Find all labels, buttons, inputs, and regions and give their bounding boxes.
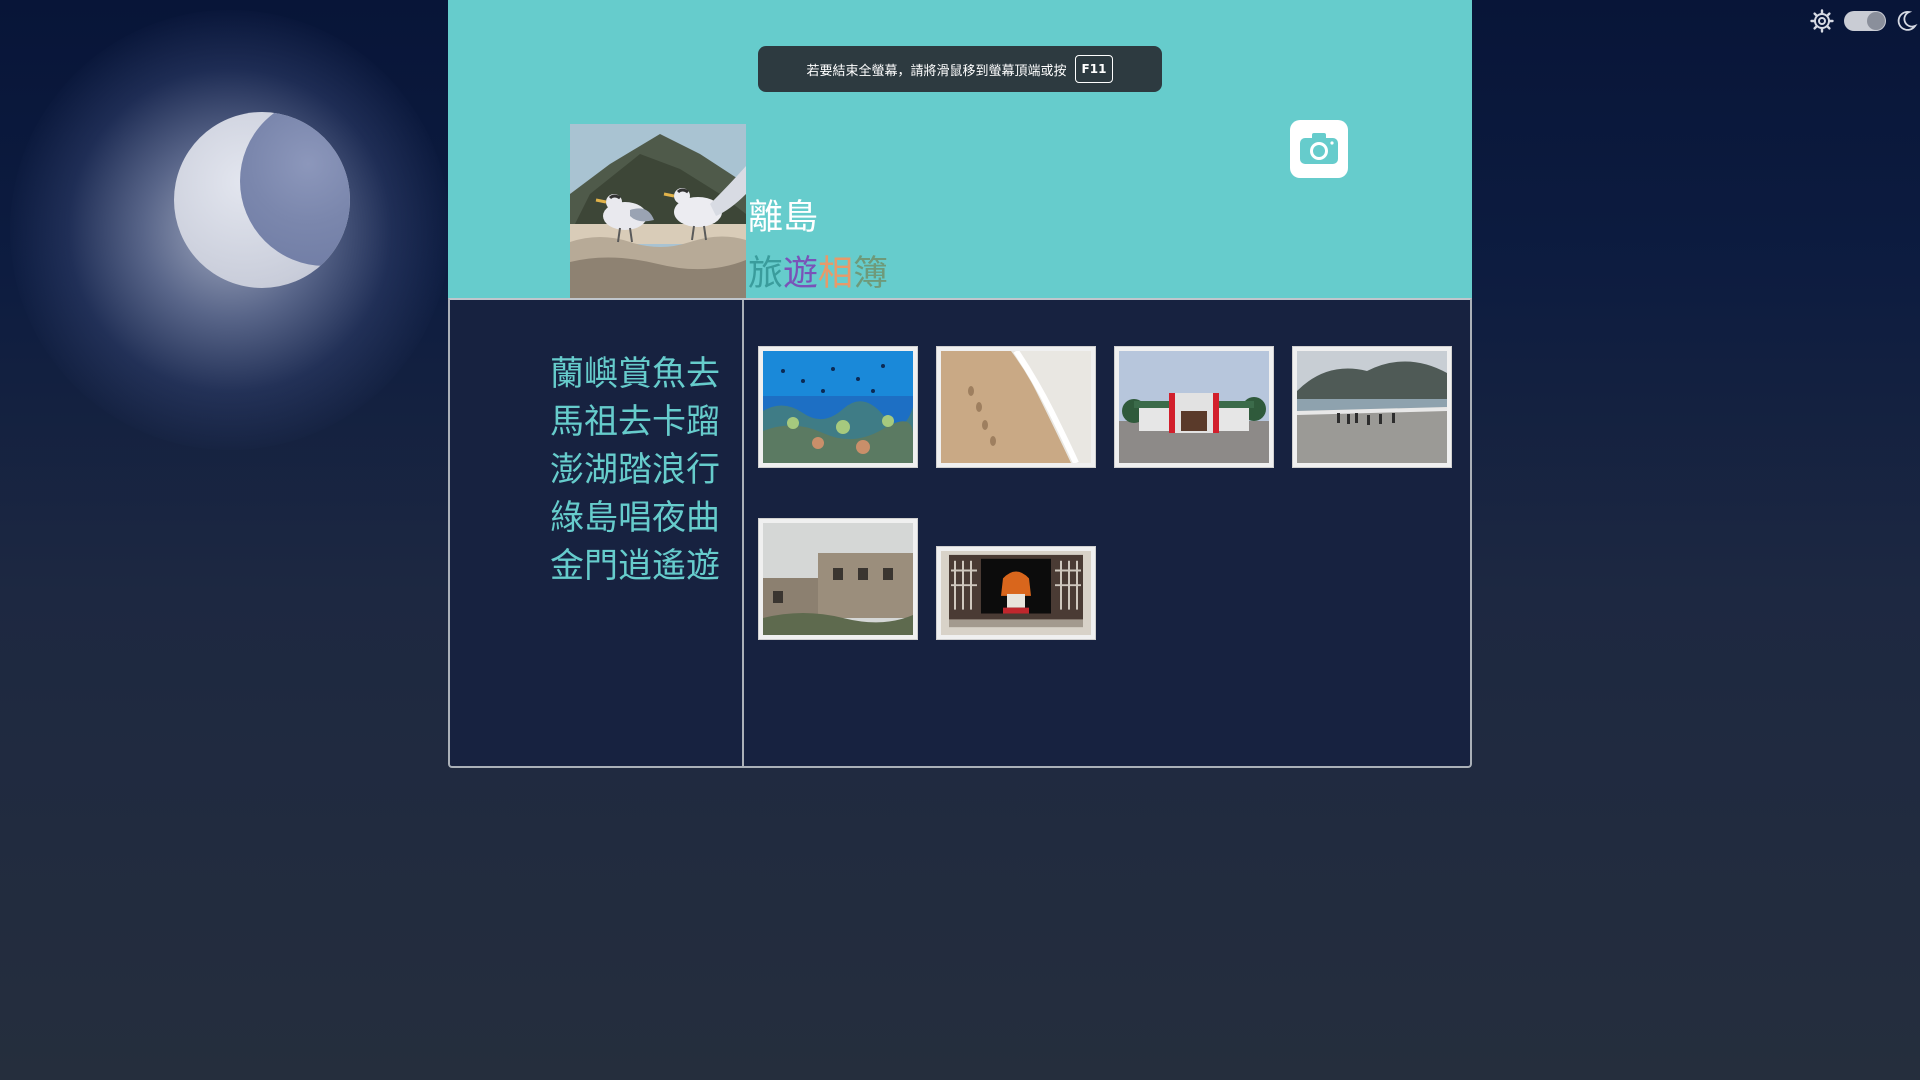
gallery-photo[interactable] <box>1292 346 1452 468</box>
theme-controls <box>1800 6 1920 36</box>
sidebar: 蘭嶼賞魚去 馬祖去卡蹓 澎湖踏浪行 綠島唱夜曲 金門逍遙遊 <box>450 300 744 766</box>
coral-reef-image <box>763 351 913 463</box>
moon-shadow <box>240 112 350 266</box>
photo-gallery <box>744 300 1470 766</box>
gear-icon[interactable] <box>1810 9 1834 33</box>
coastal-walkway-image <box>1297 351 1447 463</box>
site-subtitle: 旅遊相簿 <box>748 254 888 294</box>
camera-button[interactable] <box>1290 120 1348 178</box>
beach-footprints-image <box>941 351 1091 463</box>
stone-houses-image <box>763 523 913 635</box>
menu-item-lanyu[interactable]: 蘭嶼賞魚去 <box>550 350 720 398</box>
gallery-photo[interactable] <box>1114 346 1274 468</box>
gallery-photo[interactable] <box>758 346 918 468</box>
subtitle-char: 相 <box>818 254 854 294</box>
gallery-photo[interactable] <box>936 346 1096 468</box>
moon-icon <box>174 112 350 288</box>
camera-icon <box>1300 133 1338 164</box>
red-gate-memorial-image <box>1119 351 1269 463</box>
window-character-image <box>941 551 1091 635</box>
site-title: 離島 <box>748 198 819 238</box>
moon-icon-small <box>1897 11 1918 31</box>
f11-key-badge: F11 <box>1074 55 1114 83</box>
header-photo-birds <box>570 124 746 298</box>
island-menu: 蘭嶼賞魚去 馬祖去卡蹓 澎湖踏浪行 綠島唱夜曲 金門逍遙遊 <box>550 350 720 590</box>
gallery-photo[interactable] <box>758 518 918 640</box>
page-frame: 若要結束全螢幕，請將滑鼠移到螢幕頂端或按 F11 離島 旅遊相簿 蘭嶼賞魚去 馬… <box>448 0 1472 768</box>
subtitle-char: 遊 <box>783 254 819 294</box>
subtitle-char: 簿 <box>853 254 889 294</box>
subtitle-char: 旅 <box>748 254 784 294</box>
site-header: 若要結束全螢幕，請將滑鼠移到螢幕頂端或按 F11 離島 旅遊相簿 <box>448 0 1472 298</box>
menu-item-penghu[interactable]: 澎湖踏浪行 <box>550 446 720 494</box>
dark-mode-toggle[interactable] <box>1844 11 1886 31</box>
fullscreen-notice: 若要結束全螢幕，請將滑鼠移到螢幕頂端或按 F11 <box>758 46 1162 92</box>
menu-item-matsu[interactable]: 馬祖去卡蹓 <box>550 398 720 446</box>
gallery-photo[interactable] <box>936 546 1096 640</box>
fullscreen-notice-text: 若要結束全螢幕，請將滑鼠移到螢幕頂端或按 <box>806 63 1067 79</box>
toggle-knob <box>1867 12 1885 30</box>
menu-item-green-island[interactable]: 綠島唱夜曲 <box>550 494 720 542</box>
content-panel: 蘭嶼賞魚去 馬祖去卡蹓 澎湖踏浪行 綠島唱夜曲 金門逍遙遊 <box>448 298 1472 768</box>
birds-on-rock-image <box>570 124 746 298</box>
menu-item-kinmen[interactable]: 金門逍遙遊 <box>550 542 720 590</box>
